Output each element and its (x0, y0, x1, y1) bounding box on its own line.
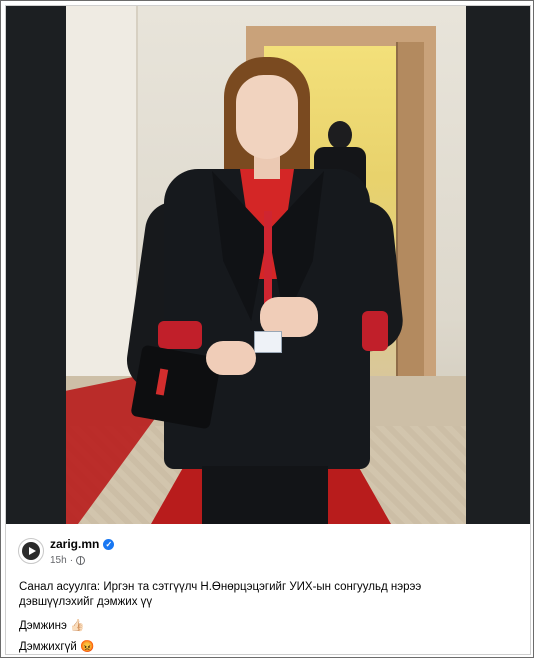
post-time[interactable]: 15h (50, 555, 67, 566)
meta-separator: · (69, 555, 74, 566)
author-row: zarig.mn ✓ (50, 537, 115, 551)
author-avatar[interactable] (18, 538, 44, 564)
id-badge (254, 331, 282, 353)
photo-scene (66, 6, 466, 524)
post-card: zarig.mn ✓ 15h · Санал асуулга: Иргэн та… (5, 5, 531, 655)
poll-option-support: Дэмжинэ 👍🏻 (19, 620, 85, 632)
screenshot-frame: zarig.mn ✓ 15h · Санал асуулга: Иргэн та… (0, 0, 534, 658)
post-body: zarig.mn ✓ 15h · Санал асуулга: Иргэн та… (6, 524, 530, 654)
woman-portrait (123, 51, 406, 524)
poll-question: Санал асуулга: Иргэн та сэтгүүлч Н.Өнөрц… (19, 581, 422, 608)
door-leaf (396, 42, 424, 387)
verified-badge-icon: ✓ (103, 538, 115, 550)
poll-option-oppose: Дэмжихгүй 😡 (19, 641, 95, 653)
wall-panel (66, 6, 138, 376)
post-photo[interactable] (6, 6, 530, 524)
author-name[interactable]: zarig.mn (50, 537, 99, 551)
post-meta: 15h · (50, 555, 86, 566)
play-logo-icon (22, 542, 40, 560)
globe-icon[interactable] (76, 556, 86, 565)
